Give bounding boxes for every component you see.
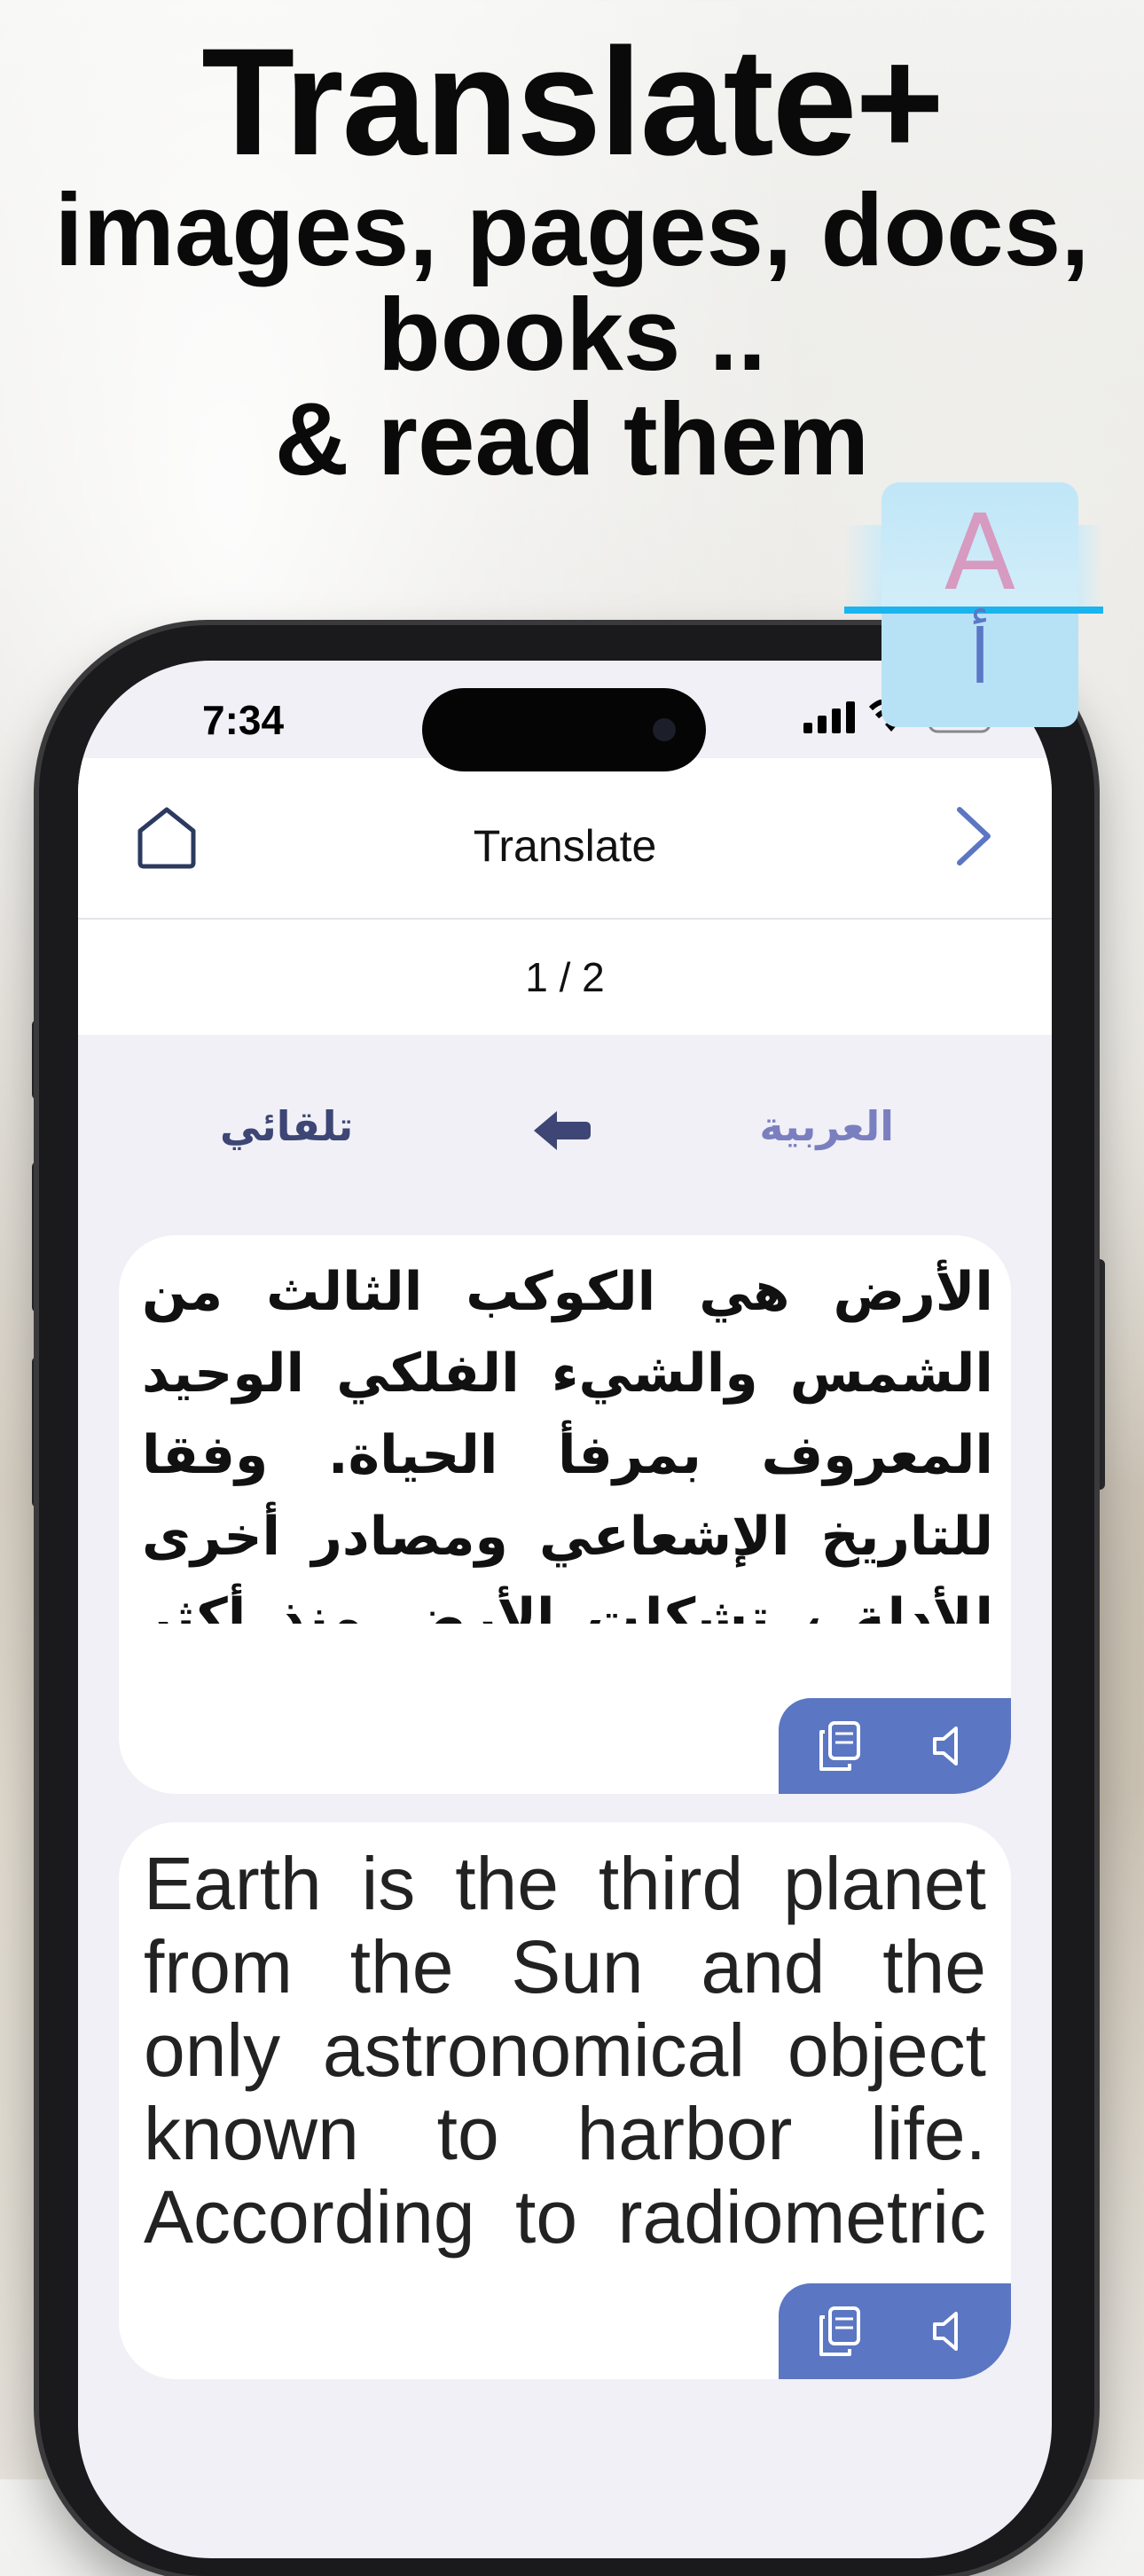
copy-icon[interactable] [814,2305,867,2358]
status-time: 7:34 [202,697,285,743]
headline-line-4: & read them [274,381,870,497]
page-counter: 1 / 2 [78,920,1052,1035]
source-text[interactable]: الأرض هي الكوكب الثالث من الشمس والشيء ا… [142,1251,993,1624]
source-actions [779,1698,1011,1794]
source-text-card: الأرض هي الكوكب الثالث من الشمس والشيء ا… [119,1235,1011,1794]
source-language-button[interactable]: تلقائي [220,1102,353,1150]
badge-arabic-letter: أ [969,614,991,701]
dynamic-island [422,688,706,771]
app-screen: 7:34 Translate 1 / 2 تلقائي العربية الأر… [78,661,1052,2558]
badge-divider [844,607,1103,614]
page-title: Translate [473,821,657,871]
translated-text[interactable]: Earth is the third planet from the Sun a… [144,1842,986,2259]
arrow-left-icon[interactable] [530,1108,592,1154]
translate-badge-icon: A أ [844,482,1103,731]
copy-icon[interactable] [814,1719,867,1773]
target-language-button[interactable]: العربية [759,1102,894,1150]
camera-icon [653,718,676,741]
chevron-right-icon[interactable] [949,804,999,868]
headline-title: Translate+ [201,17,944,187]
speaker-icon[interactable] [922,1719,976,1773]
speaker-icon[interactable] [922,2305,976,2358]
translated-text-card: Earth is the third planet from the Sun a… [119,1822,1011,2379]
marketing-headline: Translate+ images, pages, docs, books ..… [0,17,1144,497]
phone-power-button [1093,1259,1105,1490]
language-selector: تلقائي العربية [78,1077,1052,1184]
headline-line-3: books .. [377,277,767,392]
result-actions [779,2283,1011,2379]
badge-latin-letter: A [944,491,1016,614]
headline-line-2: images, pages, docs, [54,172,1090,287]
navigation-bar: Translate [78,758,1052,920]
